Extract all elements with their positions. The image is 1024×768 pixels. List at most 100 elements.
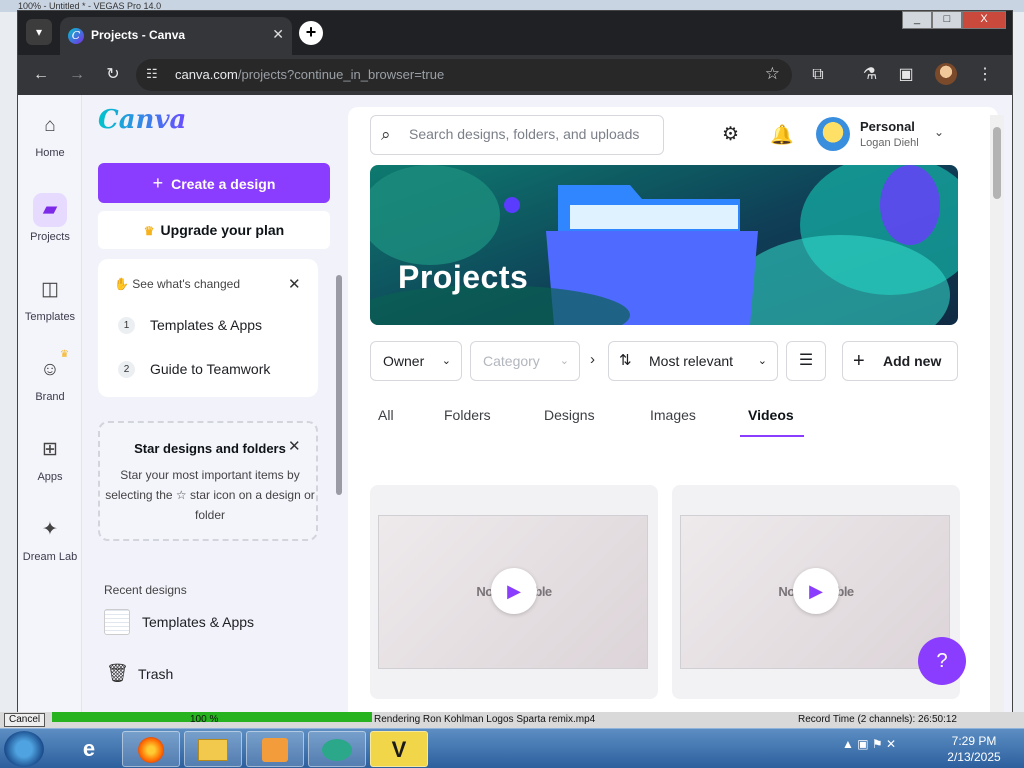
page-scrollbar[interactable] bbox=[990, 115, 1004, 712]
gear-icon[interactable]: ⚙ bbox=[722, 123, 739, 146]
account-name[interactable]: Personal bbox=[860, 119, 915, 134]
tab-close-icon[interactable]: ✕ bbox=[272, 26, 284, 43]
cancel-render-button[interactable]: Cancel bbox=[4, 713, 46, 727]
window-controls: _ □ X bbox=[902, 11, 1006, 29]
side-panel-scrollbar[interactable] bbox=[336, 275, 342, 495]
tab-search-button[interactable]: ▾ bbox=[26, 19, 52, 45]
internet-explorer-taskbar-icon[interactable]: e bbox=[60, 731, 118, 767]
tray-arrow-icon[interactable]: ▲ bbox=[842, 737, 854, 751]
create-design-button[interactable]: + Create a design bbox=[98, 163, 330, 203]
bell-icon[interactable]: 🔔 bbox=[770, 123, 794, 147]
system-tray[interactable]: ▲ ▣ ⚑ ✕ bbox=[842, 737, 896, 751]
extensions-icon[interactable]: ⧉ bbox=[806, 63, 830, 87]
tab-designs[interactable]: Designs bbox=[544, 407, 595, 423]
projects-main: ⌕ ⚙ 🔔 Personal Logan Diehl ⌄ bbox=[348, 107, 998, 712]
play-icon[interactable]: ▶ bbox=[793, 568, 839, 614]
folder-icon: ▰ bbox=[33, 193, 67, 227]
tab-images[interactable]: Images bbox=[650, 407, 696, 423]
play-icon[interactable]: ▶ bbox=[491, 568, 537, 614]
active-tab-indicator bbox=[740, 435, 804, 437]
rail-item-projects[interactable]: ▰ Projects bbox=[18, 193, 82, 243]
rail-item-dream-lab[interactable]: ✦ Dream Lab bbox=[18, 513, 82, 563]
account-avatar[interactable] bbox=[816, 117, 850, 151]
forward-arrow-icon[interactable]: → bbox=[65, 63, 89, 87]
rail-item-label: Projects bbox=[30, 231, 70, 243]
flag-icon[interactable]: ⚑ bbox=[872, 737, 883, 751]
tab-all[interactable]: All bbox=[378, 407, 394, 423]
back-arrow-icon[interactable]: ← bbox=[29, 63, 53, 87]
network-icon[interactable]: ▣ bbox=[857, 737, 868, 751]
more-menu-icon[interactable]: ⋮ bbox=[973, 63, 997, 87]
vegas-taskbar-icon[interactable]: V bbox=[370, 731, 428, 767]
close-window-button[interactable]: X bbox=[962, 11, 1006, 29]
browser-tab[interactable]: C Projects - Canva ✕ bbox=[60, 17, 292, 55]
trash-label: Trash bbox=[138, 666, 174, 682]
wave-icon: ✋ bbox=[114, 277, 129, 291]
projects-banner: Projects bbox=[370, 165, 958, 325]
video-thumbnail[interactable]: Now ... ssible ▶ bbox=[680, 515, 950, 669]
browser-tab-title: Projects - Canva bbox=[91, 28, 186, 42]
profile-avatar[interactable] bbox=[935, 63, 957, 85]
clock-date: 2/13/2025 bbox=[947, 750, 1001, 764]
site-settings-icon[interactable]: ☷ bbox=[146, 66, 158, 82]
tab-folders[interactable]: Folders bbox=[444, 407, 491, 423]
rail-item-home[interactable]: ⌂ Home bbox=[18, 109, 82, 159]
video-card[interactable]: Now ... ssible ▶ bbox=[370, 485, 658, 699]
clock-time: 7:29 PM bbox=[951, 734, 997, 748]
rail-item-apps[interactable]: ⊞ Apps bbox=[18, 433, 82, 483]
chevron-down-icon[interactable]: ⌄ bbox=[934, 125, 944, 139]
sort-dropdown[interactable]: ⇅ Most relevant ⌄ bbox=[608, 341, 778, 381]
address-bar[interactable]: ☷ canva.com/projects?continue_in_browser… bbox=[136, 59, 792, 91]
trash-icon: 🗑 bbox=[106, 663, 129, 683]
side-panel: Canva + Create a design ♛ Upgrade your pla… bbox=[82, 95, 348, 712]
volume-muted-icon[interactable]: ✕ bbox=[886, 737, 896, 751]
tab-strip: ▾ C Projects - Canva ✕ + _ □ X bbox=[18, 11, 1012, 55]
side-panel-icon[interactable]: ▣ bbox=[894, 63, 918, 87]
close-icon[interactable]: ✕ bbox=[288, 437, 301, 455]
system-clock[interactable]: 7:29 PM 2/13/2025 bbox=[938, 733, 1010, 765]
nav-rail: ⌂ Home ▰ Projects ◫ Templates ♛ ☺ Brand … bbox=[18, 95, 82, 712]
list-view-icon[interactable]: ☰ bbox=[786, 341, 826, 381]
help-button[interactable]: ? bbox=[918, 637, 966, 685]
add-new-label: Add new bbox=[883, 353, 942, 369]
video-card[interactable]: Now ... ssible ▶ bbox=[672, 485, 960, 699]
labs-flask-icon[interactable]: ⚗ bbox=[858, 63, 882, 87]
close-icon[interactable]: ✕ bbox=[288, 275, 301, 293]
firefox-taskbar-icon[interactable] bbox=[122, 731, 180, 767]
search-box[interactable]: ⌕ bbox=[370, 115, 664, 155]
rail-item-templates[interactable]: ◫ Templates bbox=[18, 273, 82, 323]
change-item-guide-teamwork[interactable]: Guide to Teamwork bbox=[150, 361, 270, 377]
start-button[interactable] bbox=[4, 731, 44, 767]
owner-filter-label: Owner bbox=[383, 353, 425, 369]
address-url: canva.com/projects?continue_in_browser=t… bbox=[175, 67, 444, 82]
url-path: /projects?continue_in_browser=true bbox=[237, 67, 445, 82]
new-tab-button[interactable]: + bbox=[299, 21, 323, 45]
rail-item-brand[interactable]: ♛ ☺ Brand bbox=[18, 349, 82, 403]
app-taskbar-icon[interactable] bbox=[308, 731, 366, 767]
maximize-button[interactable]: □ bbox=[932, 11, 962, 29]
tab-videos[interactable]: Videos bbox=[748, 407, 794, 423]
media-icon bbox=[262, 738, 288, 762]
windows-taskbar: e V ▲ ▣ ⚑ ✕ 7:29 PM 2/13/2025 bbox=[0, 728, 1024, 768]
canva-logo[interactable]: Canva bbox=[98, 105, 186, 135]
reload-icon[interactable]: ↻ bbox=[101, 63, 125, 87]
add-new-button[interactable]: + Add new bbox=[842, 341, 958, 381]
star-card-body: Star your most important items by select… bbox=[105, 468, 315, 522]
account-user: Logan Diehl bbox=[860, 137, 919, 149]
media-player-taskbar-icon[interactable] bbox=[246, 731, 304, 767]
owner-filter[interactable]: Owner ⌄ bbox=[370, 341, 462, 381]
change-item-templates-apps[interactable]: Templates & Apps bbox=[150, 317, 262, 333]
bookmark-star-icon[interactable]: ☆ bbox=[765, 64, 780, 84]
chevron-right-icon[interactable]: › bbox=[590, 351, 595, 368]
whats-changed-title: ✋ See what's changed bbox=[114, 277, 240, 291]
firefox-icon bbox=[138, 737, 164, 763]
video-thumbnail[interactable]: Now ... ssible ▶ bbox=[378, 515, 648, 669]
recent-design-title: Templates & Apps bbox=[142, 614, 255, 630]
search-input[interactable] bbox=[409, 126, 659, 142]
vegas-icon: V bbox=[391, 737, 407, 762]
page-scrollbar-thumb[interactable] bbox=[993, 127, 1001, 199]
category-filter[interactable]: Category ⌄ bbox=[470, 341, 580, 381]
upgrade-plan-button[interactable]: ♛ Upgrade your plan bbox=[98, 211, 330, 249]
minimize-button[interactable]: _ bbox=[902, 11, 932, 29]
explorer-taskbar-icon[interactable] bbox=[184, 731, 242, 767]
